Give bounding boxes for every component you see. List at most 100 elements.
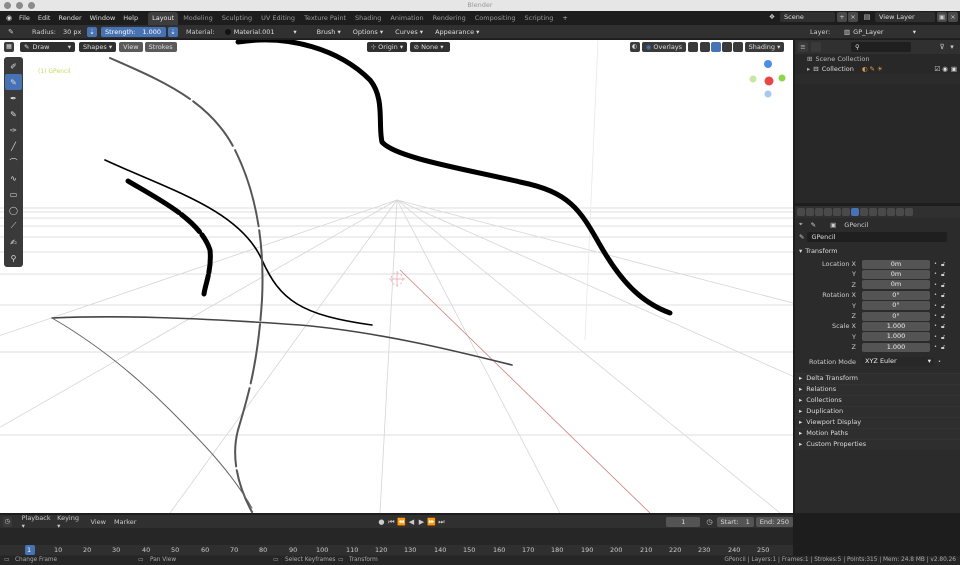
radius-pressure-icon[interactable]: ⇣ (87, 26, 97, 37)
keyframe-dot-icon[interactable]: • (934, 332, 937, 342)
filter-icon[interactable]: ⊽ (937, 42, 947, 52)
line-tool-icon[interactable]: ╱ (5, 138, 22, 154)
keyframe-dot-icon[interactable]: • (934, 301, 937, 311)
polyline-tool-icon[interactable]: ⟋ (5, 218, 22, 234)
tab-texture-paint[interactable]: Texture Paint (300, 12, 350, 25)
start-frame-field[interactable]: Start: 1 (716, 516, 754, 527)
keyframe-dot-icon[interactable]: • (934, 311, 937, 321)
keyframe-dot-icon[interactable]: • (938, 359, 941, 365)
add-workspace-button[interactable]: + (558, 12, 571, 25)
data-tab-icon[interactable] (887, 208, 895, 216)
tab-rendering[interactable]: Rendering (429, 12, 470, 25)
lock-icon[interactable]: 🔓︎ (941, 332, 945, 342)
outliner-search-input[interactable]: ⚲ (851, 42, 911, 52)
tab-sculpting[interactable]: Sculpting (218, 12, 256, 25)
lock-icon[interactable]: 🔓︎ (941, 301, 945, 311)
menu-window[interactable]: Window (90, 14, 116, 22)
jump-start-icon[interactable]: ⏮ (386, 517, 396, 527)
location-z-field[interactable]: 0m (862, 280, 930, 290)
timeline-editor-icon[interactable]: ◷ (3, 516, 12, 527)
stroke-thick-left[interactable] (125, 178, 213, 297)
output-tab-icon[interactable] (815, 208, 823, 216)
eye-icon[interactable]: ◉ (942, 65, 948, 73)
layer-selector[interactable]: ▥ GP_Layer ▾ (840, 27, 920, 37)
view-layer-tab-icon[interactable] (824, 208, 832, 216)
location-y-field[interactable]: 0m (862, 270, 930, 280)
lock-icon[interactable]: 🔓︎ (941, 280, 945, 290)
new-view-layer-icon[interactable]: ▣ (937, 12, 947, 22)
menu-file[interactable]: File (19, 14, 30, 22)
play-reverse-icon[interactable]: ◀ (406, 517, 416, 527)
options-menu[interactable]: Options ▾ (348, 26, 388, 37)
tab-modeling[interactable]: Modeling (179, 12, 217, 25)
fill-tool-icon[interactable]: ✒ (5, 90, 22, 106)
appearance-menu[interactable]: Appearance ▾ (431, 26, 484, 37)
menu-edit[interactable]: Edit (38, 14, 51, 22)
shapes-menu[interactable]: Shapes ▾ (79, 41, 117, 52)
rotation-y-field[interactable]: 0° (862, 301, 930, 311)
tab-layout[interactable]: Layout (148, 12, 179, 25)
scene-tab-icon[interactable] (833, 208, 841, 216)
keyframe-dot-icon[interactable]: • (934, 321, 937, 331)
delete-view-layer-icon[interactable]: × (948, 12, 958, 22)
object-name-field[interactable]: GPencil (807, 232, 948, 242)
location-x-field[interactable]: 0m (862, 259, 930, 269)
strength-slider[interactable]: Strength: 1.000 (101, 26, 166, 37)
scale-y-field[interactable]: 1.000 (862, 332, 930, 342)
curve-tool-icon[interactable]: ∿ (5, 170, 22, 186)
tab-compositing[interactable]: Compositing (471, 12, 520, 25)
keyframe-track[interactable] (0, 528, 793, 546)
minimize-window-icon[interactable] (16, 2, 23, 9)
scale-z-field[interactable]: 1.000 (862, 342, 930, 352)
mode-selector[interactable]: ✎ Draw ▾ (20, 41, 75, 52)
eyedropper-tool-icon[interactable]: ⚲ (5, 250, 22, 266)
tint-tool-icon[interactable]: ✑ (5, 122, 22, 138)
record-icon[interactable]: ● (376, 517, 386, 527)
display-mode-icon[interactable] (811, 42, 821, 52)
curves-menu[interactable]: Curves ▾ (391, 26, 428, 37)
material-shading-icon[interactable] (721, 41, 732, 52)
brush-tool-icon[interactable]: ✎ (4, 27, 18, 37)
zoom-window-icon[interactable] (28, 2, 35, 9)
current-frame-field[interactable]: 1 (666, 516, 701, 527)
close-window-icon[interactable] (4, 2, 11, 9)
outliner-editor-icon[interactable]: ≡ (798, 42, 808, 52)
object-tab-icon[interactable] (851, 208, 859, 216)
strokes-menu[interactable]: Strokes (144, 41, 177, 52)
outliner-row-scene-collection[interactable]: ⊞ Scene Collection (795, 54, 960, 64)
circle-tool-icon[interactable]: ◯ (5, 202, 22, 218)
texture-tab-icon[interactable] (905, 208, 913, 216)
view-menu[interactable]: View (119, 41, 143, 52)
lock-icon[interactable]: 🔓︎ (941, 259, 945, 269)
keyframe-dot-icon[interactable]: • (934, 259, 937, 269)
view-menu[interactable]: View (91, 518, 106, 526)
new-scene-icon[interactable]: + (837, 12, 847, 22)
pin-icon[interactable]: ⌖ (799, 220, 803, 229)
camera-object-icon[interactable]: ◐ (862, 65, 868, 73)
panel-viewport-display[interactable]: ▸ Viewport Display (795, 416, 960, 428)
stroke-mid[interactable] (104, 159, 373, 326)
outliner-row-collection[interactable]: ▸ ⊟ Collection ◐ ✎ ☀ ☑ ◉ ▣ (795, 64, 960, 74)
tool-tab-icon[interactable] (797, 208, 805, 216)
rendered-shading-icon[interactable] (732, 41, 743, 52)
lock-icon[interactable]: 🔓︎ (941, 269, 945, 279)
origin-selector[interactable]: ⊹ Origin ▾ (366, 41, 407, 52)
tab-animation[interactable]: Animation (386, 12, 427, 25)
delete-scene-icon[interactable]: × (848, 12, 858, 22)
light-object-icon[interactable]: ☀ (877, 65, 883, 73)
lock-icon[interactable]: 🔓︎ (941, 290, 945, 300)
effects-tab-icon[interactable] (869, 208, 877, 216)
panel-relations[interactable]: ▸ Relations (795, 383, 960, 395)
keyframe-dot-icon[interactable]: • (934, 342, 937, 352)
panel-custom-properties[interactable]: ▸ Custom Properties (795, 438, 960, 450)
rotation-z-field[interactable]: 0° (862, 311, 930, 321)
panel-collections[interactable]: ▸ Collections (795, 394, 960, 406)
stroke-main[interactable] (235, 40, 673, 316)
overlays-toggle[interactable]: ◉ Overlays (641, 41, 686, 52)
tab-scripting[interactable]: Scripting (521, 12, 558, 25)
material-selector[interactable]: Material.001 ▾ (220, 26, 301, 37)
draw-tool-icon[interactable]: ✎ (5, 74, 22, 90)
strength-pressure-icon[interactable]: ⇣ (168, 26, 178, 37)
rotation-x-field[interactable]: 0° (862, 290, 930, 300)
grease-pencil-strokes[interactable] (51, 40, 673, 513)
